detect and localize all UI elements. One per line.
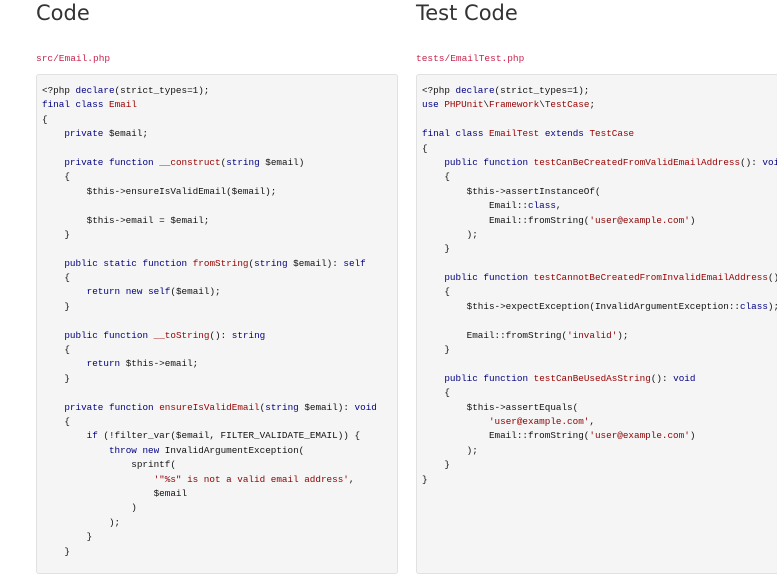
test-code-line: } [422,344,450,356]
source-code-line: $this->email = $email; [42,214,210,226]
source-code-line: <?php declare(strict_types=1); [42,85,210,96]
test-code-line: $this->expectException(InvalidArgumentEx… [422,300,777,312]
source-code-line: return $this->email; [86,358,199,370]
source-code-line: private $email; [64,128,149,140]
test-code-line: final class EmailTest extends TestCase [422,128,635,140]
source-code-line: public function __toString(): string [64,329,266,341]
source-code-line: } [42,372,70,384]
test-code-line: Email::fromString('invalid'); [422,329,629,341]
source-code-line: public static function fromString(string… [64,257,366,269]
test-code-line [422,314,777,328]
source-code-line: throw new InvalidArgumentException( [108,444,305,456]
test-code-line: } [422,473,428,485]
source-code-line: } [42,545,70,557]
source-code-line: { [42,415,70,427]
source-code-line: sprintf( [42,459,176,471]
source-code-line: if (!filter_var($email, FILTER_VALIDATE_… [86,430,361,442]
source-code-line: private function ensureIsValidEmail(stri… [64,401,377,413]
source-code-line: $email [42,487,188,499]
source-code-line: { [42,171,70,183]
test-code-line: $this->assertEquals( [422,401,579,413]
source-code-line [42,199,397,213]
source-code-line [42,386,397,400]
test-code-line: ); [422,444,478,456]
test-code-line: Email::class, [422,200,562,212]
test-code-line: { [422,286,450,298]
test-code: <?php declare(strict_types=1);use PHPUni… [417,75,777,487]
source-code-line: private function __construct(string $ema… [64,156,305,168]
source-code-line: { [42,272,70,284]
test-file-path[interactable]: tests/EmailTest.php [416,53,524,64]
test-code-line: <?php declare(strict_types=1); [422,85,590,96]
test-code-line: public function testCanBeCreatedFromVali… [444,156,777,168]
source-code-line: ) [42,502,137,514]
test-code-line: } [422,243,450,255]
test-code-line: ); [422,228,478,240]
test-code-line: public function testCanBeUsedAsString():… [444,372,696,384]
source-code-line [42,314,397,328]
test-code-block[interactable]: <?php declare(strict_types=1);use PHPUni… [416,74,777,574]
source-code-line: } [42,531,93,543]
test-code-line [422,257,777,271]
source-code-line: { [42,344,70,356]
test-code-line: $this->assertInstanceOf( [422,185,601,197]
source-code-line: } [42,228,70,240]
test-code-line: { [422,171,450,183]
source-code-block[interactable]: <?php declare(strict_types=1);final clas… [36,74,398,574]
test-code-line: use PHPUnit\Framework\TestCase; [422,99,596,111]
source-code: <?php declare(strict_types=1);final clas… [37,75,397,559]
test-code-line: public function testCannotBeCreatedFromI… [444,272,777,284]
test-code-line: { [422,142,428,154]
source-code-line: $this->ensureIsValidEmail($email); [42,185,277,197]
code-heading: Code [36,1,90,25]
source-code-line [42,142,397,156]
source-file-path[interactable]: src/Email.php [36,53,110,64]
source-code-line: return new self($email); [86,286,221,298]
test-code-heading: Test Code [416,1,518,25]
source-code-line: '"%s" is not a valid email address', [153,473,355,485]
source-code-line: { [42,113,48,125]
test-code-line: } [422,459,450,471]
source-code-line [42,242,397,256]
source-code-line: final class Email [42,99,137,111]
test-code-line: Email::fromString('user@example.com') [422,430,696,442]
test-code-line: 'user@example.com', [488,415,595,427]
test-code-line [422,113,777,127]
test-code-line [422,357,777,371]
test-code-line: { [422,387,450,399]
source-code-line: ); [42,516,121,528]
source-code-line: } [42,300,70,312]
test-code-line: Email::fromString('user@example.com') [422,214,696,226]
